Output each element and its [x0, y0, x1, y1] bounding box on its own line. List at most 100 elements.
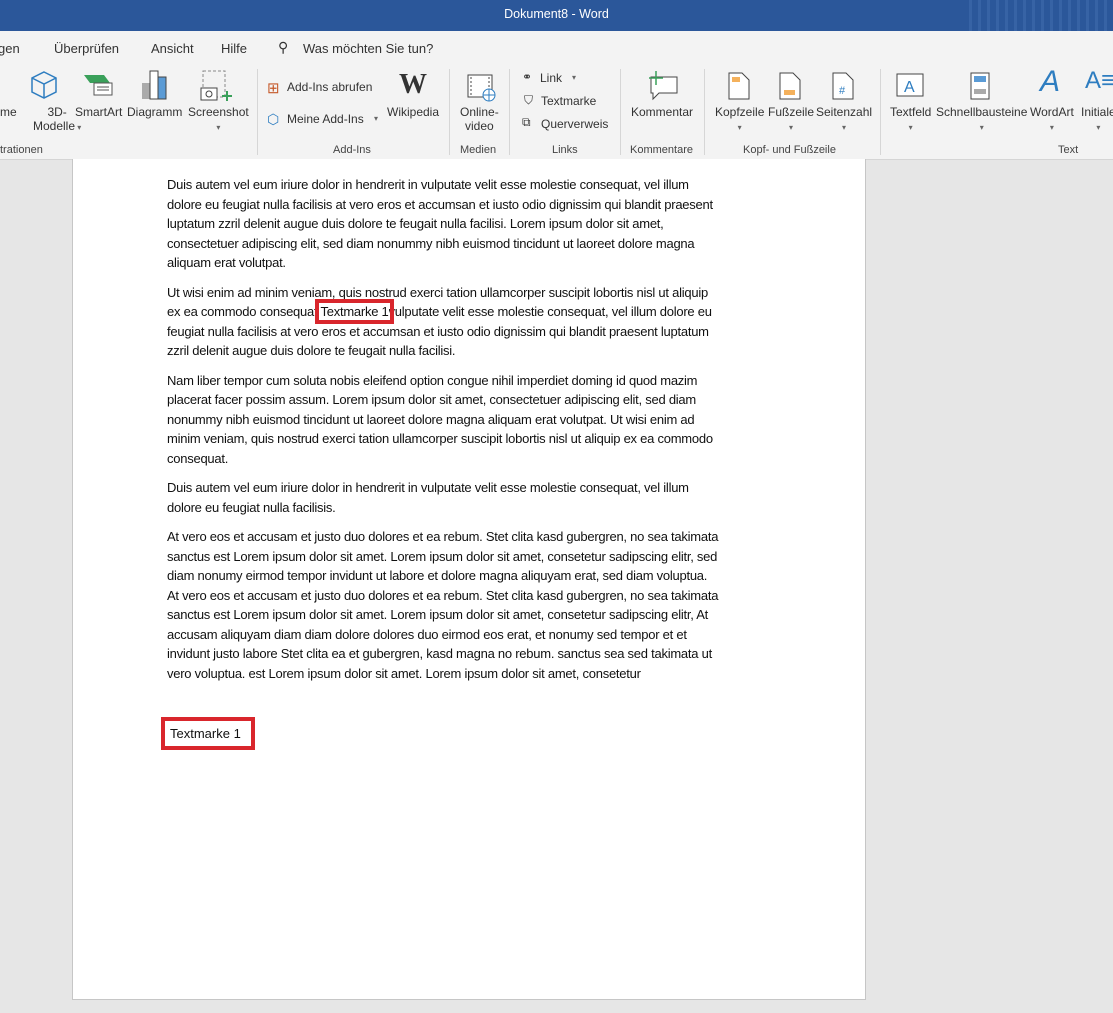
- text-line: invidunt justo labore Stet clita ea et g…: [167, 646, 712, 661]
- screenshot-button[interactable]: Screenshot ▾: [188, 105, 249, 133]
- text-line: aliquam erat volutpat.: [167, 255, 286, 270]
- paragraph: Duis autem vel eum iriure dolor in hendr…: [167, 175, 718, 273]
- label: Schnellbausteine: [936, 105, 1028, 119]
- chevron-down-icon[interactable]: ▾: [374, 114, 378, 123]
- text-line: accusam aliquyam diam diam dolore dolore…: [167, 626, 687, 642]
- text-line: At vero eos et accusam et justo duo dolo…: [167, 529, 719, 544]
- wordart-button[interactable]: WordArt ▾: [1030, 105, 1074, 133]
- label: Modelle: [33, 119, 76, 133]
- textbox-icon: A: [896, 73, 924, 97]
- paragraph: Duis autem vel eum iriure dolor in hendr…: [167, 478, 718, 517]
- text-line: sanctus est Lorem ipsum dolor sit amet. …: [167, 607, 708, 622]
- separator: [704, 69, 705, 155]
- text-line: feugiat nulla facilisis at vero eros et …: [167, 323, 709, 339]
- separator: [880, 69, 881, 155]
- svg-text:#: #: [839, 85, 846, 97]
- header-icon: [728, 72, 750, 100]
- wordart-icon: A: [1040, 65, 1061, 98]
- label: Fußzeile: [768, 105, 815, 119]
- label: 3D-: [47, 105, 67, 119]
- ribbon: me 3D- Modelle ▾ SmartArt Diagramm Screen…: [0, 65, 1113, 160]
- separator: [620, 69, 621, 155]
- my-addins-icon: ⬡: [267, 111, 280, 127]
- textfeld-button[interactable]: Textfeld ▾: [890, 105, 931, 133]
- paragraph: Ut wisi enim ad minim veniam, quis nostr…: [167, 283, 718, 361]
- label: Screenshot: [188, 105, 249, 119]
- link-button[interactable]: Link: [540, 71, 562, 85]
- footer-icon: [779, 72, 801, 100]
- ribbon-item-formen[interactable]: me: [0, 105, 17, 119]
- tab-sendungen[interactable]: gen: [0, 41, 20, 56]
- title-decoration: [963, 0, 1113, 31]
- group-label-kommentare: Kommentare: [630, 144, 693, 156]
- schnellbausteine-button[interactable]: Schnellbausteine ▾: [936, 105, 1027, 133]
- drop-cap-icon: A≡: [1085, 67, 1113, 94]
- wikipedia-icon: W: [399, 69, 427, 100]
- tab-ueberpruefen[interactable]: Überprüfen: [54, 41, 119, 56]
- title-bar: Dokument8 - Word: [0, 0, 1113, 31]
- separator: [449, 69, 450, 155]
- text-line: At vero eos et accusam et justo duo dolo…: [167, 587, 719, 603]
- text-line: luptatum zzril delenit augue duis dolore…: [167, 216, 664, 231]
- label: Kopfzeile: [715, 105, 765, 119]
- paragraph: At vero eos et accusam et justo duo dolo…: [167, 527, 718, 683]
- chevron-down-icon[interactable]: ▾: [572, 73, 576, 82]
- text-line: consequat.: [167, 450, 229, 466]
- page-number-icon: #: [832, 72, 854, 100]
- text-line: Ut wisi enim ad minim veniam, quis nostr…: [167, 284, 708, 300]
- group-label-addins: Add-Ins: [333, 144, 371, 156]
- smartart-button[interactable]: SmartArt: [75, 105, 122, 119]
- paragraph: Nam liber tempor cum soluta nobis eleife…: [167, 371, 718, 469]
- querverweis-button[interactable]: Querverweis: [541, 117, 608, 131]
- wikipedia-button[interactable]: Wikipedia: [387, 105, 439, 119]
- text-line: Nam liber tempor cum soluta nobis eleife…: [167, 372, 698, 388]
- quick-parts-icon: [970, 72, 990, 100]
- text-line: ex ea commodo consequat Textmarke 1vulpu…: [167, 299, 718, 324]
- screenshot-icon: [200, 70, 232, 101]
- comment-icon: [649, 71, 678, 101]
- text-line: placerat facer possim assum. Lorem ipsum…: [167, 392, 696, 407]
- label: video: [465, 119, 494, 133]
- online-video-button[interactable]: Online-video: [460, 105, 499, 133]
- kommentar-button[interactable]: Kommentar: [631, 105, 693, 119]
- text-line: sanctus est Lorem ipsum dolor sit amet. …: [167, 548, 718, 564]
- seitenzahl-button[interactable]: Seitenzahl ▾: [816, 105, 872, 133]
- group-label-medien: Medien: [460, 144, 497, 156]
- search-input[interactable]: Was möchten Sie tun?: [303, 41, 433, 56]
- document-page[interactable]: Duis autem vel eum iriure dolor in hendr…: [72, 159, 866, 1000]
- add-ins-abrufen-button[interactable]: Add-Ins abrufen: [287, 80, 372, 94]
- label: Online-: [460, 105, 499, 119]
- group-label-kopf-fusszeile: Kopf- und Fußzeile: [743, 144, 836, 156]
- meine-add-ins-button[interactable]: Meine Add-Ins: [287, 112, 364, 126]
- bookmark-icon: ⛉: [524, 93, 534, 107]
- group-label-text: Text: [1058, 144, 1079, 156]
- fusszeile-button[interactable]: Fußzeile ▾: [768, 105, 814, 133]
- label: WordArt: [1030, 105, 1074, 119]
- store-icon: ⊞: [267, 80, 280, 97]
- bookmark-text[interactable]: Textmarke 1: [161, 717, 255, 750]
- label: Initiale: [1081, 105, 1113, 119]
- kopfzeile-button[interactable]: Kopfzeile ▾: [715, 105, 764, 133]
- chart-icon: [142, 70, 167, 100]
- smartart-icon: [84, 75, 113, 96]
- text-line: minim veniam, quis nostrud exerci tation…: [167, 431, 713, 446]
- initiale-button[interactable]: Initiale ▾: [1081, 105, 1113, 133]
- svg-text:A: A: [904, 79, 915, 96]
- tab-ansicht[interactable]: Ansicht: [151, 41, 194, 56]
- label: Seitenzahl: [816, 105, 873, 119]
- 3d-models-icon: [31, 71, 57, 99]
- diagramm-button[interactable]: Diagramm: [127, 105, 182, 119]
- window-title: Dokument8 - Word: [504, 7, 609, 21]
- search-icon: ⚲: [278, 39, 289, 55]
- label: Textfeld: [890, 105, 932, 119]
- link-icon: ⚭: [522, 70, 533, 84]
- text-line: dolore eu feugiat nulla facilisis.: [167, 499, 336, 515]
- tab-hilfe[interactable]: Hilfe: [221, 41, 247, 56]
- bookmark-reference-field[interactable]: Textmarke 1: [315, 299, 394, 324]
- group-label-illustrationen: trationen: [0, 144, 43, 156]
- separator: [509, 69, 510, 155]
- text-line: Duis autem vel eum iriure dolor in hendr…: [167, 177, 689, 192]
- text-line: Duis autem vel eum iriure dolor in hendr…: [167, 480, 689, 495]
- textmarke-button[interactable]: Textmarke: [541, 94, 596, 108]
- document-body[interactable]: Duis autem vel eum iriure dolor in hendr…: [167, 175, 718, 693]
